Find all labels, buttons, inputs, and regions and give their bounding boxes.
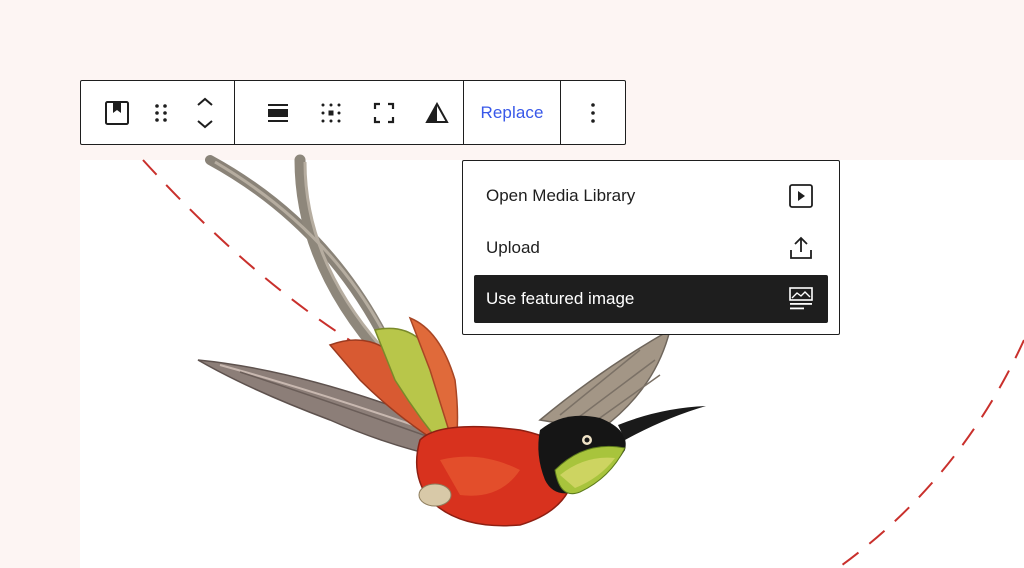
align-icon [267,103,288,122]
menu-item-open-media-library[interactable]: Open Media Library [474,172,828,220]
upload-icon [788,235,814,261]
menu-item-label: Open Media Library [486,186,636,205]
more-options-icon [591,102,595,123]
drag-handle-icon [155,103,167,122]
toolbar-group-tools [235,81,464,144]
fullscreen-button[interactable] [357,89,410,137]
fullscreen-icon [373,102,394,123]
toolbar-group-options [561,81,625,144]
media-library-icon [788,183,814,209]
featured-image-icon [788,286,814,312]
align-button[interactable] [251,89,304,137]
move-up-down-icon [197,97,213,128]
toolbar-group-block [81,81,235,144]
featured-image-icon [105,100,129,125]
drag-button[interactable] [139,89,183,137]
duotone-button[interactable] [410,89,463,137]
toolbar-group-replace: Replace [464,81,561,144]
menu-item-label: Upload [486,237,540,257]
focal-point-button[interactable] [304,89,357,137]
move-up-down-button[interactable] [183,89,227,137]
menu-item-use-featured-image[interactable]: Use featured image [474,275,828,323]
block-type-button[interactable] [95,89,139,137]
focal-point-icon [321,103,340,122]
menu-item-upload[interactable]: Upload [474,224,828,272]
more-options-button[interactable] [568,89,618,137]
duotone-icon [424,101,449,123]
menu-item-label: Use featured image [486,289,635,308]
replace-button[interactable]: Replace [480,103,543,123]
replace-dropdown-menu: Open Media Library Upload Use featured i… [462,160,840,335]
block-toolbar: Replace [80,80,626,145]
